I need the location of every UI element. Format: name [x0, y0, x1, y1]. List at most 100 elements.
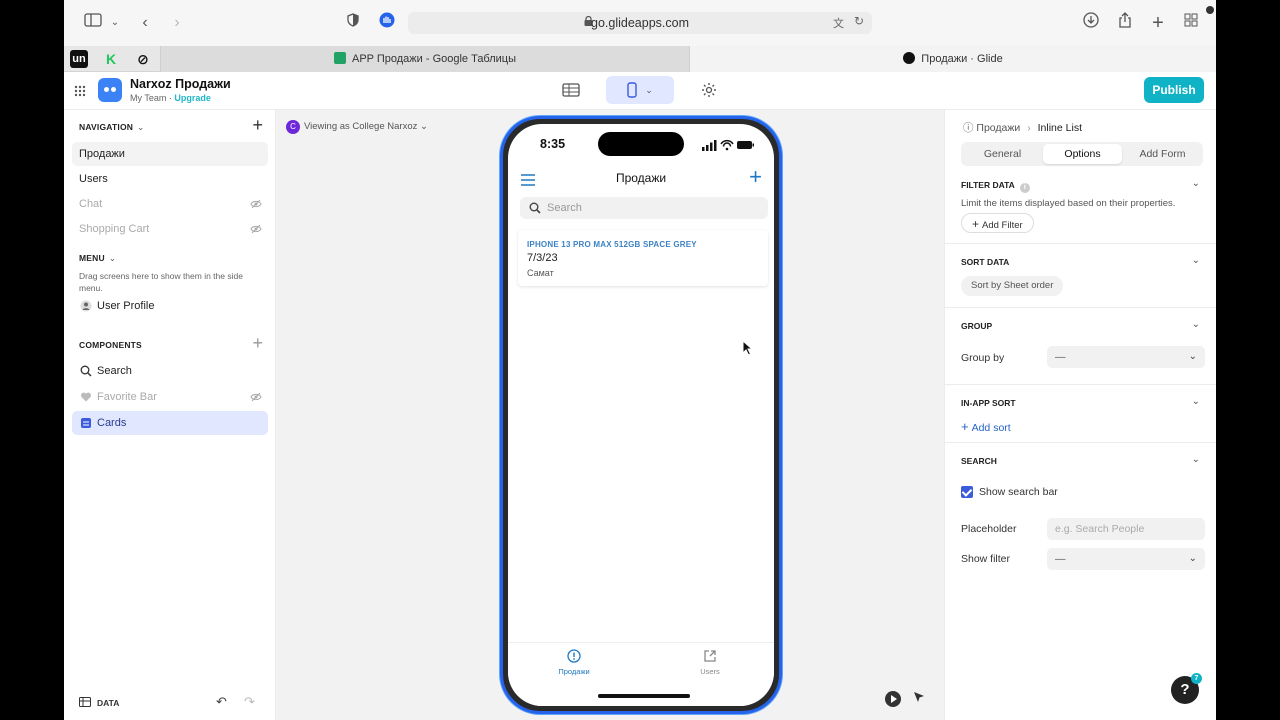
phone-search-input[interactable]: Search — [520, 197, 768, 219]
tab-overview-icon[interactable] — [1180, 12, 1202, 34]
layout-editor-button[interactable]: ⌄ — [606, 76, 674, 104]
add-filter-button[interactable]: + Add Filter — [961, 213, 1034, 233]
forward-icon[interactable]: › — [166, 12, 188, 34]
sidebar-toggle-icon[interactable] — [82, 12, 104, 34]
component-label: Search — [97, 365, 132, 377]
chevron-down-icon: ⌄ — [645, 85, 653, 95]
navigation-header[interactable]: NAVIGATION ⌄ — [79, 122, 144, 133]
nav-item-label: Shopping Cart — [79, 223, 150, 235]
chevron-down-icon[interactable]: ⌄ — [1192, 319, 1200, 330]
play-preview-button[interactable] — [885, 691, 901, 707]
tab-users[interactable]: Users — [670, 649, 750, 676]
tab-glide[interactable]: Продажи · Glide — [690, 46, 1216, 72]
tab-label: Продажи — [558, 667, 590, 676]
viewing-as-label: Viewing as College Narxoz — [304, 121, 418, 132]
group-by-select[interactable]: — ⌄ — [1047, 346, 1205, 368]
alert-circle-icon — [567, 649, 581, 663]
tab-prodazhi[interactable]: Продажи — [534, 649, 614, 676]
publish-button[interactable]: Publish — [1144, 77, 1204, 103]
add-component-button[interactable]: + — [252, 334, 263, 352]
search-header[interactable]: SEARCH — [961, 456, 997, 466]
group-header[interactable]: GROUP — [961, 321, 992, 331]
sort-order-button[interactable]: Sort by Sheet order — [961, 276, 1064, 296]
sort-data-header[interactable]: SORT DATA — [961, 257, 1009, 267]
chevron-down-icon[interactable]: ⌄ — [1192, 454, 1200, 465]
help-button[interactable]: ? 7 — [1171, 673, 1202, 704]
tab-add-form[interactable]: Add Form — [1123, 144, 1202, 164]
tab-general[interactable]: General — [963, 144, 1042, 164]
list-card[interactable]: IPHONE 13 PRO MAX 512GB SPACE GREY 7/3/2… — [518, 230, 768, 286]
sheets-icon — [333, 52, 346, 64]
component-cards[interactable]: Cards — [72, 411, 268, 435]
breadcrumb-separator: › — [1027, 122, 1031, 134]
info-icon[interactable]: i — [1019, 183, 1030, 193]
data-editor-button[interactable] — [556, 76, 586, 104]
menu-item-label: User Profile — [97, 300, 155, 312]
app-name[interactable]: Narxoz Продажи — [130, 77, 231, 91]
chevron-down-icon[interactable]: ⌄ — [1192, 255, 1200, 266]
redo-icon[interactable]: ↷ — [244, 694, 255, 710]
tab-bar: un K ⊘ APP Продажи - Google Таблицы Прод… — [64, 46, 1216, 72]
pinned-tab-linear[interactable]: ⊘ — [134, 50, 152, 68]
breadcrumb-root[interactable]: Продажи — [976, 122, 1020, 134]
reload-icon[interactable]: ↻ — [854, 14, 864, 28]
component-favorite-bar[interactable]: Favorite Bar — [72, 385, 268, 409]
undo-icon[interactable]: ↶ — [216, 694, 227, 710]
menu-item-user-profile[interactable]: User Profile — [72, 294, 268, 318]
breadcrumb-current: Inline List — [1037, 122, 1082, 134]
chevron-down-icon: ⌄ — [420, 121, 428, 132]
add-item-button[interactable]: + — [749, 166, 762, 188]
pinned-tab-unsplash[interactable]: un — [70, 50, 88, 68]
mouse-cursor-icon — [742, 340, 754, 356]
chevron-down-icon: ⌄ — [137, 122, 145, 132]
shield-icon[interactable] — [342, 12, 364, 34]
properties-panel: ⓘ Продажи › Inline List General Options … — [944, 110, 1216, 720]
pointer-tool-icon[interactable] — [912, 690, 926, 704]
back-icon[interactable]: ‹ — [134, 12, 156, 34]
translate-icon[interactable]: 文 — [833, 15, 844, 31]
filter-data-header[interactable]: FILTER DATA i — [961, 180, 1030, 193]
eye-slash-icon[interactable] — [250, 198, 262, 210]
tab-label: Users — [700, 667, 720, 676]
search-placeholder: Search — [547, 202, 582, 214]
preview-canvas: C Viewing as College Narxoz ⌄ 8:35 Продаж… — [276, 110, 944, 720]
pinned-tab-k[interactable]: K — [102, 50, 120, 68]
tab-options[interactable]: Options — [1043, 144, 1122, 164]
team-line: My Team · Upgrade — [130, 93, 211, 103]
card-date: 7/3/23 — [527, 252, 558, 264]
viewing-as-selector[interactable]: C Viewing as College Narxoz ⌄ — [286, 120, 428, 134]
tab-google-sheets[interactable]: APP Продажи - Google Таблицы — [160, 46, 690, 72]
chevron-down-icon[interactable]: ⌄ — [1192, 178, 1200, 189]
data-footer[interactable]: DATA — [79, 697, 119, 708]
download-icon[interactable] — [1080, 12, 1102, 34]
apps-grid-icon[interactable] — [74, 84, 86, 102]
nav-item-users[interactable]: Users — [72, 167, 268, 191]
address-bar[interactable]: go.glideapps.com 文 ↻ — [408, 12, 872, 34]
plus-icon: + — [961, 419, 969, 434]
add-sort-button[interactable]: + Add sort — [961, 419, 1011, 434]
nav-item-shopping-cart[interactable]: Shopping Cart — [72, 217, 268, 241]
search-icon — [80, 365, 92, 377]
upgrade-link[interactable]: Upgrade — [174, 93, 211, 103]
eye-slash-icon[interactable] — [250, 223, 262, 235]
gear-icon — [702, 83, 716, 97]
nav-item-prodazhi[interactable]: Продажи — [72, 142, 268, 166]
show-search-label: Show search bar — [979, 486, 1058, 498]
add-screen-button[interactable]: + — [252, 116, 263, 134]
share-icon[interactable] — [1114, 12, 1136, 34]
show-filter-select[interactable]: — ⌄ — [1047, 548, 1205, 570]
viewer-avatar: C — [286, 120, 300, 134]
show-search-checkbox[interactable] — [961, 486, 973, 498]
chevron-down-icon[interactable]: ⌄ — [1192, 396, 1200, 407]
nav-item-chat[interactable]: Chat — [72, 192, 268, 216]
component-search[interactable]: Search — [72, 359, 268, 383]
extension-icon[interactable] — [376, 12, 398, 34]
eye-slash-icon[interactable] — [250, 391, 262, 403]
app-header: Narxoz Продажи My Team · Upgrade ⌄ Publi… — [64, 72, 1216, 110]
chevron-down-icon[interactable]: ⌄ — [104, 12, 126, 34]
settings-button[interactable] — [694, 76, 724, 104]
placeholder-input[interactable]: e.g. Search People — [1047, 518, 1205, 540]
new-tab-icon[interactable]: + — [1147, 12, 1169, 34]
in-app-sort-header[interactable]: IN-APP SORT — [961, 398, 1016, 408]
menu-header[interactable]: MENU ⌄ — [79, 253, 116, 264]
